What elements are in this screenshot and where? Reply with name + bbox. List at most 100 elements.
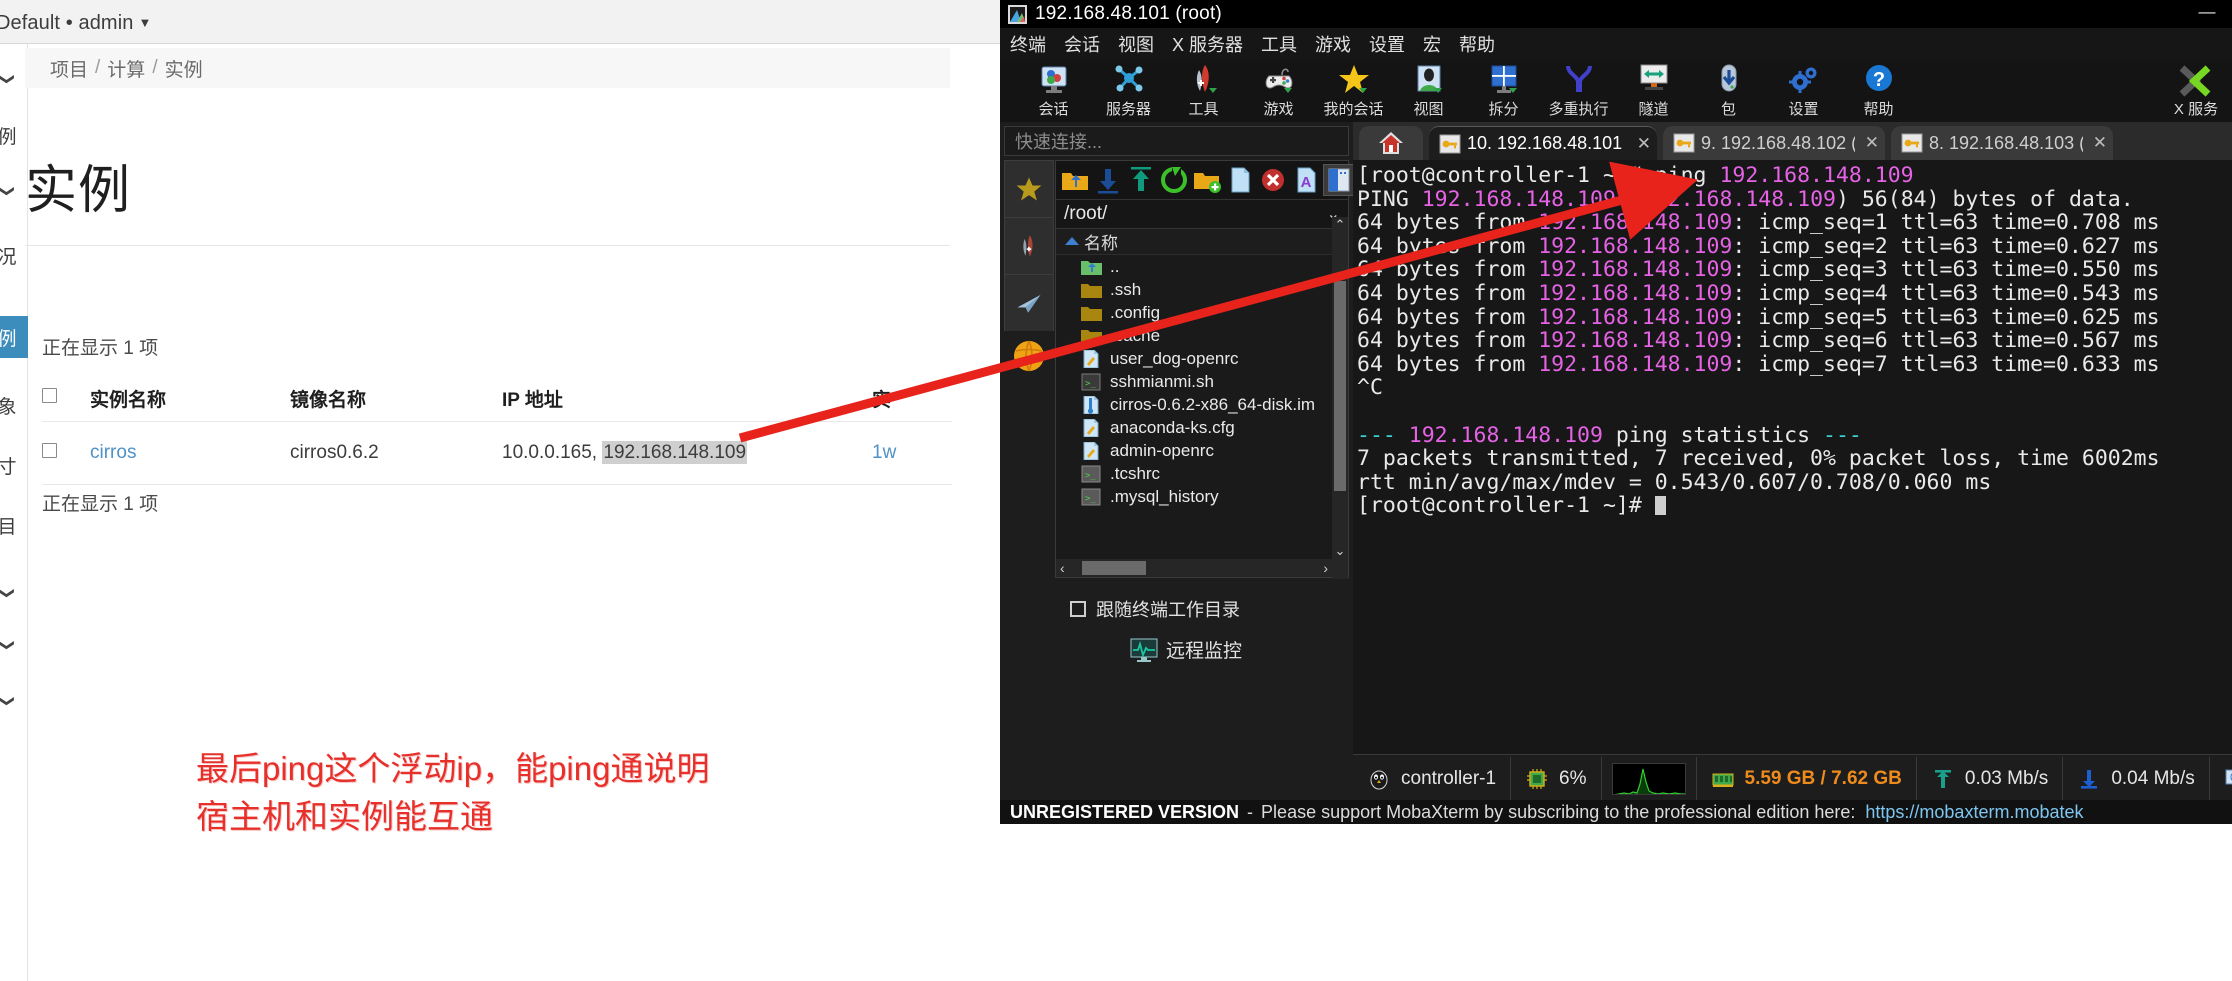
close-icon[interactable]: ✕ [2093,133,2107,153]
toolbar-button-package[interactable]: 包 [1691,60,1766,119]
sidebar-item-9[interactable]: ❯ [0,624,28,666]
toolbar-button-tools[interactable]: 工具 [1166,60,1241,119]
list-item[interactable]: .config [1056,301,1348,324]
breadcrumb-item-compute[interactable]: 计算 [107,55,145,82]
list-item[interactable]: .ssh [1056,278,1348,301]
session-tab-1[interactable]: 10. 192.168.48.101 (root ✕ [1429,126,1657,160]
scrollbar-thumb[interactable] [1082,561,1146,575]
menu-tools[interactable]: 工具 [1261,31,1297,57]
xserver-status-button[interactable]: X 服务 [2160,64,2232,119]
xserver-label: X 服务 [2174,98,2218,119]
new-folder-icon[interactable] [1192,165,1222,195]
toolbar-button-settings[interactable]: 设置 [1766,60,1841,119]
terminal-text: 192.168.148.109 [1538,328,1732,353]
sidebar-item-10[interactable]: ❯ [0,680,28,722]
menu-terminal[interactable]: 终端 [1010,31,1046,57]
quick-connect-input[interactable]: 快速连接... [1004,126,1349,156]
table-row[interactable]: cirros cirros0.6.2 10.0.0.165, 192.168.1… [42,421,952,485]
col-header-ip-address[interactable]: IP 地址 [502,385,872,412]
toolbar-button-my-sessions[interactable]: 我的会话 [1316,60,1391,119]
col-header-image-name[interactable]: 镜像名称 [290,385,502,412]
vtab-sftp[interactable] [1004,274,1054,331]
instance-name-link[interactable]: cirros [90,442,136,463]
list-item[interactable]: cirros-0.6.2-x86_64-disk.im [1056,393,1348,416]
sidebar-item-5[interactable]: 象 [0,384,28,426]
context-switcher[interactable]: Default • admin▼ [0,12,151,35]
file-list-horizontal-scrollbar[interactable]: ‹ › [1056,559,1332,577]
download-icon[interactable] [1093,165,1123,195]
toolbar-label: 隧道 [1638,98,1668,119]
menu-help[interactable]: 帮助 [1459,31,1495,57]
menu-games[interactable]: 游戏 [1315,31,1351,57]
sidebar-item-1[interactable]: 例 [0,114,28,156]
text-mode-icon[interactable]: A [1291,165,1321,195]
list-item[interactable]: admin-openrc [1056,439,1348,462]
toolbar-button-help[interactable]: ? 帮助 [1841,60,1916,119]
footer-link[interactable]: https://mobaxterm.mobatek [1865,802,2083,823]
list-item[interactable]: >_ sshmianmi.sh [1056,370,1348,393]
session-tab-2[interactable]: 9. 192.168.48.102 (root ✕ [1663,126,1885,160]
toolbar-button-servers[interactable]: 服务器 [1091,60,1166,119]
menu-view[interactable]: 视图 [1118,31,1154,57]
refresh-icon[interactable] [1159,165,1189,195]
scroll-right-icon[interactable]: › [1323,560,1328,576]
parent-folder-icon[interactable] [1060,165,1090,195]
follow-terminal-folder-toggle[interactable]: 跟随终端工作目录 [1070,596,1240,622]
file-list-vertical-scrollbar[interactable]: ⌃ ⌄ [1332,217,1348,579]
path-field[interactable]: /root/ ⌄ [1056,199,1348,229]
vtab-favorites[interactable] [1004,160,1054,217]
menu-settings[interactable]: 设置 [1369,31,1405,57]
toolbar-button-session[interactable]: 会话 [1016,60,1091,119]
terminal-output[interactable]: [root@controller-1 ~]# ping 192.168.148.… [1353,160,2232,754]
sidebar-item-3[interactable]: 况 [0,234,28,276]
panel-toggle-icon[interactable] [1324,165,1354,195]
col-header-extra[interactable]: 实 [872,385,952,412]
list-item[interactable]: anaconda-ks.cfg [1056,416,1348,439]
col-header-instance-name[interactable]: 实例名称 [90,385,290,412]
menu-session[interactable]: 会话 [1064,31,1100,57]
column-header-name[interactable]: 名称 [1056,229,1348,255]
toolbar-button-tunnel[interactable]: 隧道 [1616,60,1691,119]
terminal-text: 192.168.148.109 [1538,281,1732,306]
minimize-button[interactable]: — [2190,5,2224,25]
terminal-text: 192.168.148.109 [1719,163,1913,188]
list-item[interactable]: .. [1056,255,1348,278]
toolbar-button-multiexec[interactable]: 多重执行 [1541,60,1616,119]
scroll-left-icon[interactable]: ‹ [1060,560,1065,576]
menu-xserver[interactable]: X 服务器 [1172,31,1243,57]
close-icon[interactable]: ✕ [1865,133,1879,153]
sidebar-item-2[interactable]: ❯ [0,170,28,212]
list-item[interactable]: >_ .tcshrc [1056,462,1348,485]
sidebar-item-label: 象 [0,392,17,419]
status-upload: 0.03 Mb/s [1917,757,2063,801]
window-titlebar[interactable]: 192.168.48.101 (root) — [1000,0,2232,28]
toolbar-button-split[interactable]: 拆分 [1466,60,1541,119]
row-checkbox[interactable] [42,443,57,458]
select-all-checkbox[interactable] [42,388,57,403]
upload-icon[interactable] [1126,165,1156,195]
sidebar-item-0[interactable]: ❯ [0,58,28,100]
sidebar-item-7[interactable]: 目 [0,504,28,546]
close-icon[interactable]: ✕ [1637,134,1651,154]
remote-monitoring-button[interactable]: 远程监控 [1130,636,1242,663]
delete-icon[interactable] [1258,165,1288,195]
list-item[interactable]: user_dog-openrc [1056,347,1348,370]
list-item[interactable]: .cache [1056,324,1348,347]
new-file-icon[interactable] [1225,165,1255,195]
follow-terminal-checkbox[interactable] [1070,601,1086,617]
breadcrumb-item-project[interactable]: 项目 [50,55,88,82]
vtab-tools[interactable] [1004,217,1054,274]
scroll-up-icon[interactable]: ⌃ [1332,217,1348,235]
list-item[interactable]: >_ .mysql_history [1056,485,1348,508]
session-tab-3[interactable]: 8. 192.168.48.103 (root ✕ [1891,126,2113,160]
toolbar-button-games[interactable]: 游戏 [1241,60,1316,119]
scroll-down-icon[interactable]: ⌄ [1332,543,1348,561]
status-memory: 5.59 GB / 7.62 GB [1697,757,1917,801]
menu-macros[interactable]: 宏 [1423,31,1441,57]
sidebar-item-6[interactable]: 寸 [0,444,28,486]
sidebar-item-instances[interactable]: 例 [0,316,28,358]
scrollbar-thumb[interactable] [1334,281,1346,491]
sidebar-item-8[interactable]: ❯ [0,572,28,614]
toolbar-button-view[interactable]: 视图 [1391,60,1466,119]
home-tab[interactable] [1359,126,1423,160]
